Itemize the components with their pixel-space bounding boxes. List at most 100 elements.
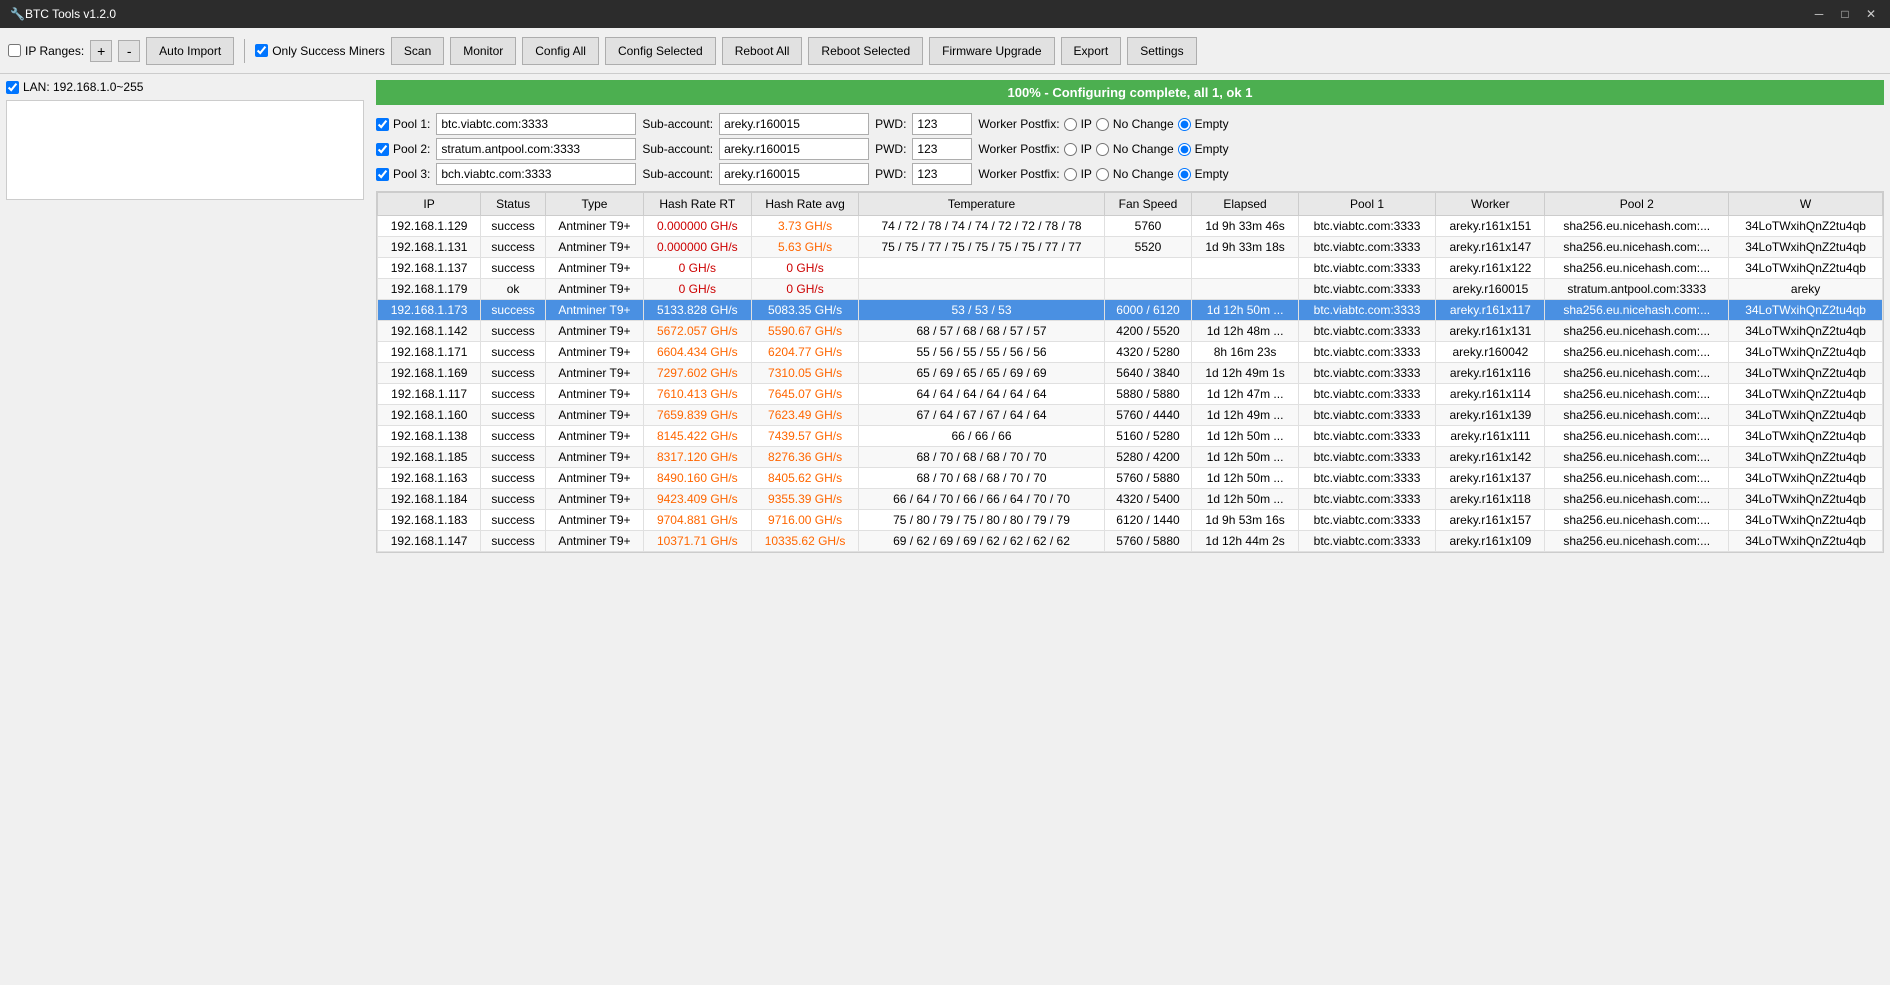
pool-3-nochange-radio[interactable] [1096, 168, 1109, 181]
pool-1-pwd-input[interactable] [912, 113, 972, 135]
pool-1-nochange-radio[interactable] [1096, 118, 1109, 131]
table-row[interactable]: 192.168.1.185 success Antminer T9+ 8317.… [378, 447, 1883, 468]
add-ip-button[interactable]: + [90, 40, 112, 62]
table-row[interactable]: 192.168.1.171 success Antminer T9+ 6604.… [378, 342, 1883, 363]
cell-pool2: sha256.eu.nicehash.com:... [1545, 531, 1729, 552]
cell-status: success [481, 426, 546, 447]
cell-worker: areky.r160042 [1436, 342, 1545, 363]
pool-2-ip-label[interactable]: IP [1064, 142, 1092, 156]
auto-import-button[interactable]: Auto Import [146, 37, 234, 65]
worker-postfix-label-3: Worker Postfix: [978, 167, 1059, 181]
cell-pool1: btc.viabtc.com:3333 [1298, 321, 1436, 342]
minimize-button[interactable]: ─ [1810, 5, 1828, 23]
table-row[interactable]: 192.168.1.147 success Antminer T9+ 10371… [378, 531, 1883, 552]
cell-temp: 68 / 70 / 68 / 68 / 70 / 70 [859, 447, 1104, 468]
pool-1-empty-radio[interactable] [1178, 118, 1191, 131]
lan-entry-label[interactable]: LAN: 192.168.1.0~255 [6, 80, 364, 94]
table-row[interactable]: 192.168.1.179 ok Antminer T9+ 0 GH/s 0 G… [378, 279, 1883, 300]
cell-hash-rt: 8490.160 GH/s [643, 468, 751, 489]
scan-button[interactable]: Scan [391, 37, 444, 65]
pool-3-empty-radio[interactable] [1178, 168, 1191, 181]
table-row[interactable]: 192.168.1.183 success Antminer T9+ 9704.… [378, 510, 1883, 531]
pool-2-nochange-label[interactable]: No Change [1096, 142, 1174, 156]
pool-3-checkbox-label[interactable]: Pool 3: [376, 167, 430, 181]
table-row[interactable]: 192.168.1.131 success Antminer T9+ 0.000… [378, 237, 1883, 258]
pool-3-ip-radio[interactable] [1064, 168, 1077, 181]
pool-2-sub-input[interactable] [719, 138, 869, 160]
reboot-all-button[interactable]: Reboot All [722, 37, 803, 65]
reboot-selected-button[interactable]: Reboot Selected [808, 37, 923, 65]
cell-type: Antminer T9+ [546, 321, 644, 342]
lan-checkbox[interactable] [6, 81, 19, 94]
cell-fan: 5280 / 4200 [1104, 447, 1192, 468]
pool-2-pwd-label: PWD: [875, 142, 906, 156]
pool-1-ip-radio[interactable] [1064, 118, 1077, 131]
pool-1-empty-label[interactable]: Empty [1178, 117, 1229, 131]
cell-hash-avg: 3.73 GH/s [751, 216, 859, 237]
settings-button[interactable]: Settings [1127, 37, 1196, 65]
pool-2-nochange-radio[interactable] [1096, 143, 1109, 156]
cell-ip: 192.168.1.142 [378, 321, 481, 342]
only-success-miners-checkbox[interactable] [255, 44, 268, 57]
table-row[interactable]: 192.168.1.117 success Antminer T9+ 7610.… [378, 384, 1883, 405]
pool-3-nochange-label[interactable]: No Change [1096, 167, 1174, 181]
table-row[interactable]: 192.168.1.129 success Antminer T9+ 0.000… [378, 216, 1883, 237]
pool-2-ip-radio[interactable] [1064, 143, 1077, 156]
table-container[interactable]: IP Status Type Hash Rate RT Hash Rate av… [376, 191, 1884, 553]
cell-elapsed: 1d 12h 50m ... [1192, 426, 1298, 447]
maximize-button[interactable]: □ [1836, 5, 1854, 23]
pool-3-url-input[interactable] [436, 163, 636, 185]
pool-2-pwd-input[interactable] [912, 138, 972, 160]
cell-pool1: btc.viabtc.com:3333 [1298, 237, 1436, 258]
cell-elapsed: 1d 12h 50m ... [1192, 300, 1298, 321]
table-row[interactable]: 192.168.1.163 success Antminer T9+ 8490.… [378, 468, 1883, 489]
pool-1-sub-input[interactable] [719, 113, 869, 135]
config-all-button[interactable]: Config All [522, 37, 599, 65]
pool-3-empty-label[interactable]: Empty [1178, 167, 1229, 181]
close-button[interactable]: ✕ [1862, 5, 1880, 23]
cell-ip: 192.168.1.160 [378, 405, 481, 426]
cell-hash-avg: 9716.00 GH/s [751, 510, 859, 531]
cell-hash-avg: 7623.49 GH/s [751, 405, 859, 426]
pool-2-checkbox[interactable] [376, 143, 389, 156]
pool-1-checkbox-label[interactable]: Pool 1: [376, 117, 430, 131]
pool-1-nochange-text: No Change [1113, 117, 1174, 131]
firmware-upgrade-button[interactable]: Firmware Upgrade [929, 37, 1054, 65]
pool-3-pwd-input[interactable] [912, 163, 972, 185]
pool-2-empty-radio[interactable] [1178, 143, 1191, 156]
table-row[interactable]: 192.168.1.173 success Antminer T9+ 5133.… [378, 300, 1883, 321]
cell-pool2: sha256.eu.nicehash.com:... [1545, 216, 1729, 237]
table-row[interactable]: 192.168.1.160 success Antminer T9+ 7659.… [378, 405, 1883, 426]
cell-temp [859, 279, 1104, 300]
pool-2-empty-label[interactable]: Empty [1178, 142, 1229, 156]
ip-ranges-checkbox[interactable] [8, 44, 21, 57]
pool-1-checkbox[interactable] [376, 118, 389, 131]
cell-hash-rt: 7610.413 GH/s [643, 384, 751, 405]
cell-temp: 69 / 62 / 69 / 69 / 62 / 62 / 62 / 62 [859, 531, 1104, 552]
table-row[interactable]: 192.168.1.169 success Antminer T9+ 7297.… [378, 363, 1883, 384]
pool-row-1: Pool 1: Sub-account: PWD: Worker Postfix… [376, 113, 1884, 135]
table-row[interactable]: 192.168.1.142 success Antminer T9+ 5672.… [378, 321, 1883, 342]
cell-type: Antminer T9+ [546, 258, 644, 279]
pool-1-url-input[interactable] [436, 113, 636, 135]
pool-3-nochange-text: No Change [1113, 167, 1174, 181]
cell-worker: areky.r161x118 [1436, 489, 1545, 510]
config-selected-button[interactable]: Config Selected [605, 37, 716, 65]
remove-ip-button[interactable]: - [118, 40, 140, 62]
cell-temp: 64 / 64 / 64 / 64 / 64 / 64 [859, 384, 1104, 405]
monitor-button[interactable]: Monitor [450, 37, 516, 65]
pool-1-ip-label[interactable]: IP [1064, 117, 1092, 131]
pool-3-checkbox[interactable] [376, 168, 389, 181]
pool-3-ip-label[interactable]: IP [1064, 167, 1092, 181]
cell-pool2: sha256.eu.nicehash.com:... [1545, 447, 1729, 468]
export-button[interactable]: Export [1061, 37, 1122, 65]
pool-2-url-input[interactable] [436, 138, 636, 160]
pool-2-checkbox-label[interactable]: Pool 2: [376, 142, 430, 156]
table-row[interactable]: 192.168.1.184 success Antminer T9+ 9423.… [378, 489, 1883, 510]
pool-1-nochange-label[interactable]: No Change [1096, 117, 1174, 131]
pool-3-sub-input[interactable] [719, 163, 869, 185]
only-success-miners-label[interactable]: Only Success Miners [255, 44, 385, 58]
table-row[interactable]: 192.168.1.137 success Antminer T9+ 0 GH/… [378, 258, 1883, 279]
ip-ranges-checkbox-label[interactable]: IP Ranges: [8, 44, 84, 58]
table-row[interactable]: 192.168.1.138 success Antminer T9+ 8145.… [378, 426, 1883, 447]
